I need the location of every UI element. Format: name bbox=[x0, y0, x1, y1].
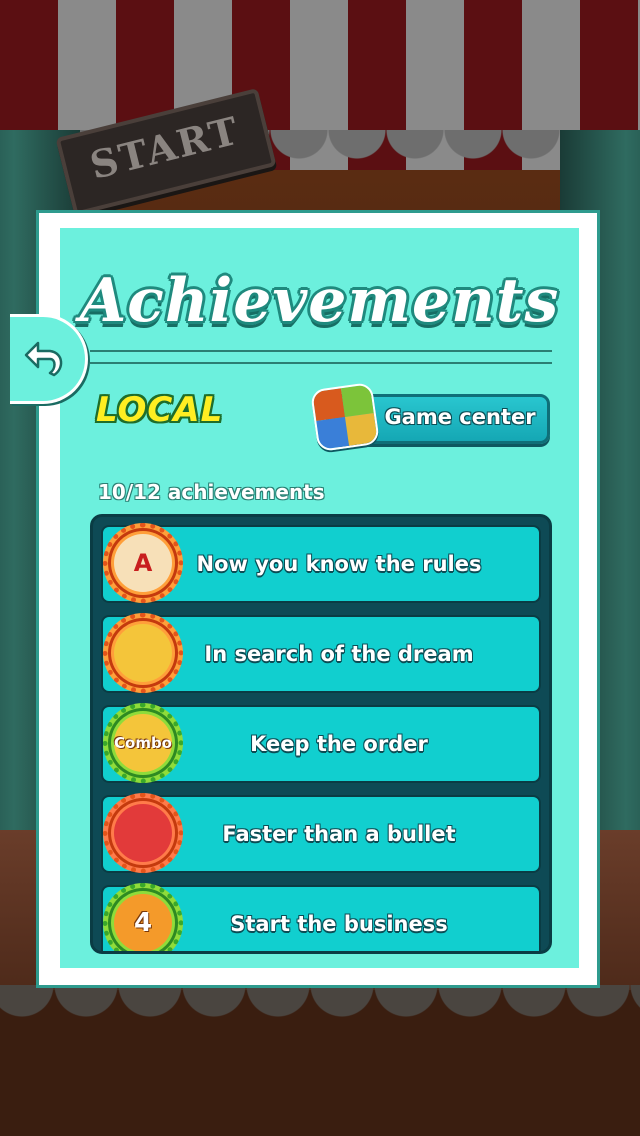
achievement-row[interactable]: Combo Keep the order bbox=[101, 703, 541, 783]
achievements-count: 10/12 achievements bbox=[98, 480, 325, 504]
badge-text: A bbox=[133, 549, 153, 577]
back-arrow-icon bbox=[24, 341, 63, 377]
magic-lamp-badge-icon bbox=[103, 613, 183, 693]
title-divider bbox=[90, 350, 552, 364]
game-center-icon[interactable] bbox=[309, 381, 381, 453]
achievement-row[interactable]: In search of the dream bbox=[101, 613, 541, 693]
achievement-label: Keep the order bbox=[250, 732, 428, 756]
dialog-title: Achievements bbox=[79, 266, 560, 336]
bottom-band bbox=[0, 1040, 640, 1136]
achievement-row[interactable]: A Now you know the rules bbox=[101, 523, 541, 603]
achievements-dialog: Achievements LOCAL Game center 10/12 ach… bbox=[36, 210, 600, 988]
achievement-label: Start the business bbox=[230, 912, 448, 936]
dialog-panel: Achievements LOCAL Game center 10/12 ach… bbox=[60, 228, 579, 968]
badge-text: 4 bbox=[133, 908, 153, 938]
achievements-list[interactable]: A Now you know the rules In search of th… bbox=[90, 514, 552, 954]
combo-badge-icon: Combo bbox=[103, 703, 183, 783]
achievement-label: Faster than a bullet bbox=[222, 822, 456, 846]
game-center-label[interactable]: Game center bbox=[380, 400, 540, 434]
scroll-a-badge-icon: A bbox=[103, 523, 183, 603]
achievement-row[interactable]: 4 Start the business bbox=[101, 883, 541, 951]
local-tab[interactable]: LOCAL bbox=[96, 390, 223, 430]
achievement-label: Now you know the rules bbox=[196, 552, 482, 576]
badge-text: Combo bbox=[114, 734, 172, 752]
achievement-label: In search of the dream bbox=[204, 642, 474, 666]
gift-cake-badge-icon bbox=[103, 793, 183, 873]
stall-4-badge-icon: 4 bbox=[103, 883, 183, 951]
achievement-row[interactable]: Faster than a bullet bbox=[101, 793, 541, 873]
